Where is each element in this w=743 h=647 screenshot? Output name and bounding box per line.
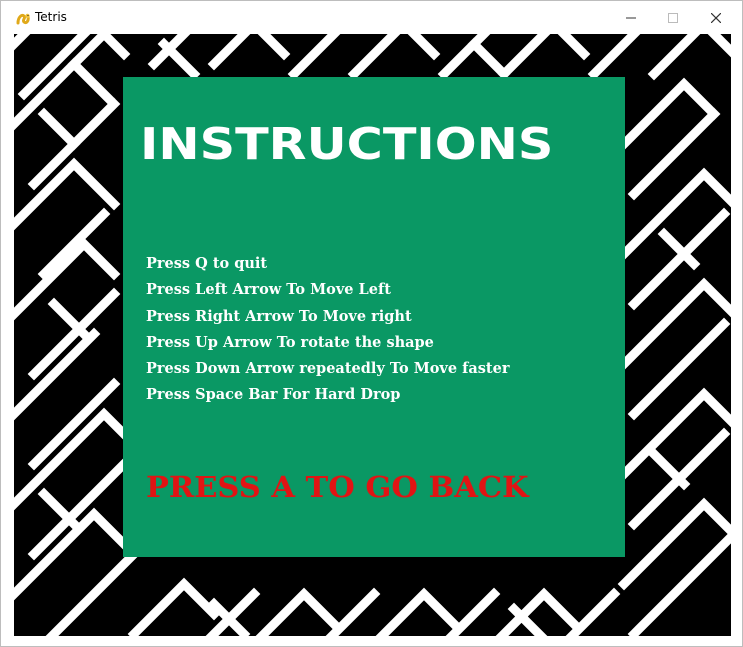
maximize-button[interactable] <box>651 1 695 33</box>
instruction-line: Press Q to quit <box>146 255 268 272</box>
game-canvas[interactable]: INSTRUCTIONS Press Q to quit Press Left … <box>14 34 731 636</box>
instructions-list: Press Q to quit Press Left Arrow To Move… <box>146 251 509 409</box>
window-title: Tetris <box>35 10 67 24</box>
back-prompt: PRESS A TO GO BACK <box>146 470 529 504</box>
title-bar[interactable]: Tetris <box>1 1 742 33</box>
maximize-icon <box>668 8 678 27</box>
app-window: Tetris INSTRUCTIONS Press Q to quit Pres… <box>0 0 743 647</box>
instruction-line: Press Up Arrow To rotate the shape <box>146 333 434 351</box>
instructions-panel: INSTRUCTIONS Press Q to quit Press Left … <box>123 77 625 557</box>
instruction-line: Press Left Arrow To Move Left <box>146 281 391 299</box>
instruction-line: Press Space Bar For Hard Drop <box>146 386 401 404</box>
pygame-icon <box>16 10 30 25</box>
instruction-line: Press Right Arrow To Move right <box>146 307 412 325</box>
instruction-line: Press Down Arrow repeatedly To Move fast… <box>146 360 510 378</box>
close-icon <box>710 8 722 27</box>
instructions-heading: INSTRUCTIONS <box>140 119 554 170</box>
minimize-button[interactable] <box>609 1 653 33</box>
close-button[interactable] <box>694 1 738 33</box>
minimize-icon <box>626 8 636 27</box>
